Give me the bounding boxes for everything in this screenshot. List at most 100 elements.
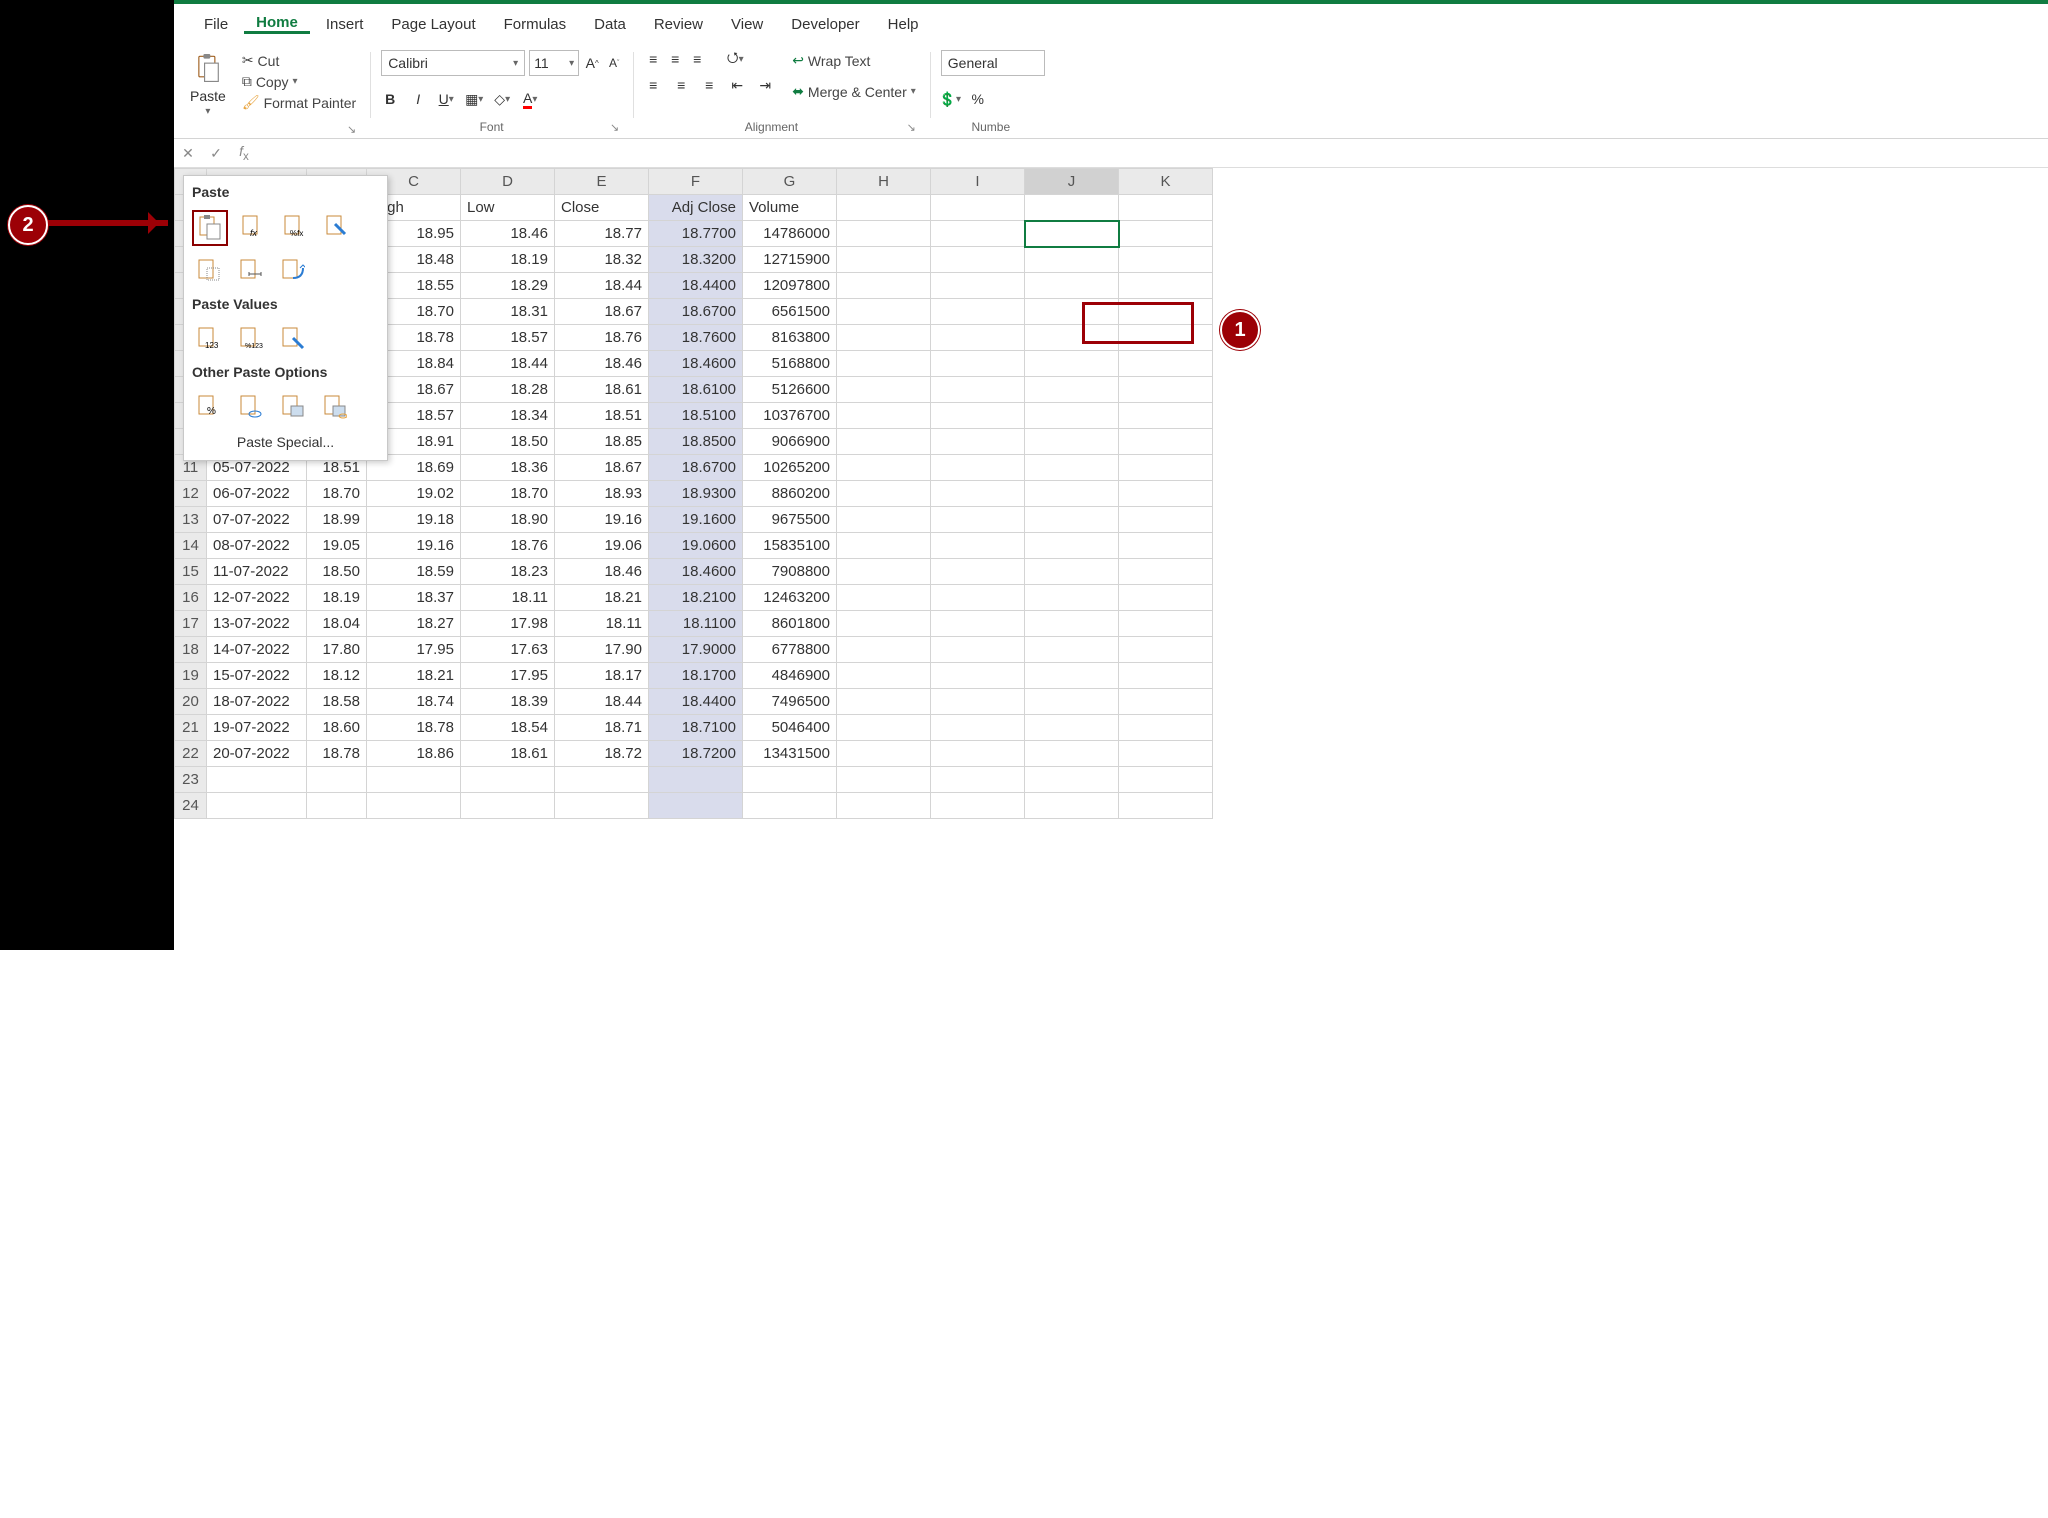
header-G[interactable]: Volume: [743, 195, 837, 221]
underline-button[interactable]: U ▾: [437, 90, 455, 108]
paste-special-button[interactable]: Paste Special...: [188, 428, 383, 456]
percent-icon[interactable]: %: [969, 90, 987, 108]
col-header-G[interactable]: G: [743, 169, 837, 195]
formula-bar: ✕ ✓ fx: [174, 139, 2048, 168]
paste-option-values-number[interactable]: %123: [234, 322, 268, 356]
align-middle-icon[interactable]: ≡: [666, 50, 684, 68]
clipboard-launcher[interactable]: ↘: [343, 123, 360, 136]
paste-option-keep-source[interactable]: [320, 210, 354, 244]
tab-view[interactable]: View: [719, 14, 775, 33]
spreadsheet-grid: CDEFGHIJKHighLowCloseAdj CloseVolume5218…: [174, 168, 2048, 819]
italic-button[interactable]: I: [409, 90, 427, 108]
svg-text:%123: %123: [245, 343, 263, 350]
increase-font-icon[interactable]: A^: [583, 54, 601, 72]
format-painter-button[interactable]: 🖌Format Painter: [238, 92, 360, 113]
header-E[interactable]: Close: [555, 195, 649, 221]
table-row[interactable]: 2220-07-202218.7818.8618.6118.7218.72001…: [175, 741, 1213, 767]
decrease-indent-icon[interactable]: ⇤: [728, 76, 746, 94]
col-header-K[interactable]: K: [1119, 169, 1213, 195]
header-D[interactable]: Low: [461, 195, 555, 221]
annotation-callout-1: 1: [1220, 310, 1260, 350]
wrap-text-button[interactable]: ↩Wrap Text: [788, 50, 874, 71]
paste-option-keep-widths[interactable]: [234, 254, 268, 288]
paste-option-picture[interactable]: [276, 390, 310, 424]
table-row[interactable]: 1307-07-202218.9919.1818.9019.1619.16009…: [175, 507, 1213, 533]
paste-option-values[interactable]: 123: [192, 322, 226, 356]
align-center-icon[interactable]: ≡: [672, 76, 690, 94]
col-header-F[interactable]: F: [649, 169, 743, 195]
header-I[interactable]: [931, 195, 1025, 221]
accounting-format-icon[interactable]: 💲▾: [941, 90, 959, 108]
tab-formulas[interactable]: Formulas: [492, 14, 579, 33]
decrease-font-icon[interactable]: Aˇ: [605, 54, 623, 72]
copy-button[interactable]: ⧉Copy ▾: [238, 71, 302, 92]
svg-text:fx: fx: [250, 228, 258, 238]
number-format-select[interactable]: General: [941, 50, 1045, 76]
tab-insert[interactable]: Insert: [314, 14, 376, 33]
paste-option-values-source[interactable]: [276, 322, 310, 356]
chevron-down-icon[interactable]: ▾: [205, 106, 210, 117]
svg-text:%: %: [207, 406, 216, 417]
col-header-E[interactable]: E: [555, 169, 649, 195]
header-H[interactable]: [837, 195, 931, 221]
cut-button[interactable]: ✂Cut: [238, 50, 284, 71]
paste-option-no-borders[interactable]: [192, 254, 226, 288]
col-header-D[interactable]: D: [461, 169, 555, 195]
col-header-J[interactable]: J: [1025, 169, 1119, 195]
table-row[interactable]: 24: [175, 793, 1213, 819]
font-size-select[interactable]: 11▾: [529, 50, 579, 76]
table-row[interactable]: 1511-07-202218.5018.5918.2318.4618.46007…: [175, 559, 1213, 585]
align-top-icon[interactable]: ≡: [644, 50, 662, 68]
table-row[interactable]: 1814-07-202217.8017.9517.6317.9017.90006…: [175, 637, 1213, 663]
tab-home[interactable]: Home: [244, 12, 310, 34]
table-row[interactable]: 1408-07-202219.0519.1618.7619.0619.06001…: [175, 533, 1213, 559]
table-row[interactable]: 2119-07-202218.6018.7818.5418.7118.71005…: [175, 715, 1213, 741]
align-left-icon[interactable]: ≡: [644, 76, 662, 94]
font-color-button[interactable]: A ▾: [521, 90, 539, 108]
header-J[interactable]: [1025, 195, 1119, 221]
svg-text:%fx: %fx: [290, 229, 303, 238]
paste-option-formatting[interactable]: %: [192, 390, 226, 424]
paste-option-link[interactable]: [234, 390, 268, 424]
border-button[interactable]: ▦ ▾: [465, 90, 483, 108]
group-number: General 💲▾ % Numbe: [937, 48, 1049, 136]
table-row[interactable]: 1713-07-202218.0418.2717.9818.1118.11008…: [175, 611, 1213, 637]
tab-data[interactable]: Data: [582, 14, 638, 33]
fx-icon[interactable]: fx: [230, 143, 258, 163]
paste-option-linked-picture[interactable]: [318, 390, 352, 424]
merge-center-button[interactable]: ⬌Merge & Center ▾: [788, 81, 920, 102]
tab-page-layout[interactable]: Page Layout: [379, 14, 487, 33]
table-row[interactable]: 1206-07-202218.7019.0218.7018.9318.93008…: [175, 481, 1213, 507]
header-K[interactable]: [1119, 195, 1213, 221]
enter-icon[interactable]: ✓: [202, 145, 230, 162]
orientation-icon[interactable]: ⭯ ▾: [726, 50, 744, 68]
paste-button[interactable]: Paste ▾: [184, 50, 232, 121]
header-F[interactable]: Adj Close: [649, 195, 743, 221]
font-name-select[interactable]: Calibri▾: [381, 50, 525, 76]
tab-file[interactable]: File: [192, 14, 240, 33]
wrap-icon: ↩: [792, 52, 804, 69]
alignment-launcher[interactable]: ↘: [903, 121, 920, 134]
table-row[interactable]: 1915-07-202218.1218.2117.9518.1718.17004…: [175, 663, 1213, 689]
table-row[interactable]: 23: [175, 767, 1213, 793]
align-bottom-icon[interactable]: ≡: [688, 50, 706, 68]
paste-option-transpose[interactable]: [276, 254, 310, 288]
increase-indent-icon[interactable]: ⇥: [756, 76, 774, 94]
col-header-H[interactable]: H: [837, 169, 931, 195]
bold-button[interactable]: B: [381, 90, 399, 108]
font-launcher[interactable]: ↘: [606, 121, 623, 134]
paste-option-formulas[interactable]: fx: [236, 210, 270, 244]
paste-dropdown-menu: Paste fx %fx Paste Values 123 %123 Other…: [183, 175, 388, 461]
table-row[interactable]: 1612-07-202218.1918.3718.1118.2118.21001…: [175, 585, 1213, 611]
align-right-icon[interactable]: ≡: [700, 76, 718, 94]
col-header-I[interactable]: I: [931, 169, 1025, 195]
table-row[interactable]: 2018-07-202218.5818.7418.3918.4418.44007…: [175, 689, 1213, 715]
tab-help[interactable]: Help: [876, 14, 931, 33]
tab-review[interactable]: Review: [642, 14, 715, 33]
tab-developer[interactable]: Developer: [779, 14, 871, 33]
cancel-icon[interactable]: ✕: [174, 145, 202, 162]
fill-color-button[interactable]: ◇ ▾: [493, 90, 511, 108]
paste-option-paste[interactable]: [192, 210, 228, 246]
paste-option-formulas-number[interactable]: %fx: [278, 210, 312, 244]
ribbon: Paste ▾ ✂Cut ⧉Copy ▾ 🖌Format Painter ↘: [174, 42, 2048, 139]
